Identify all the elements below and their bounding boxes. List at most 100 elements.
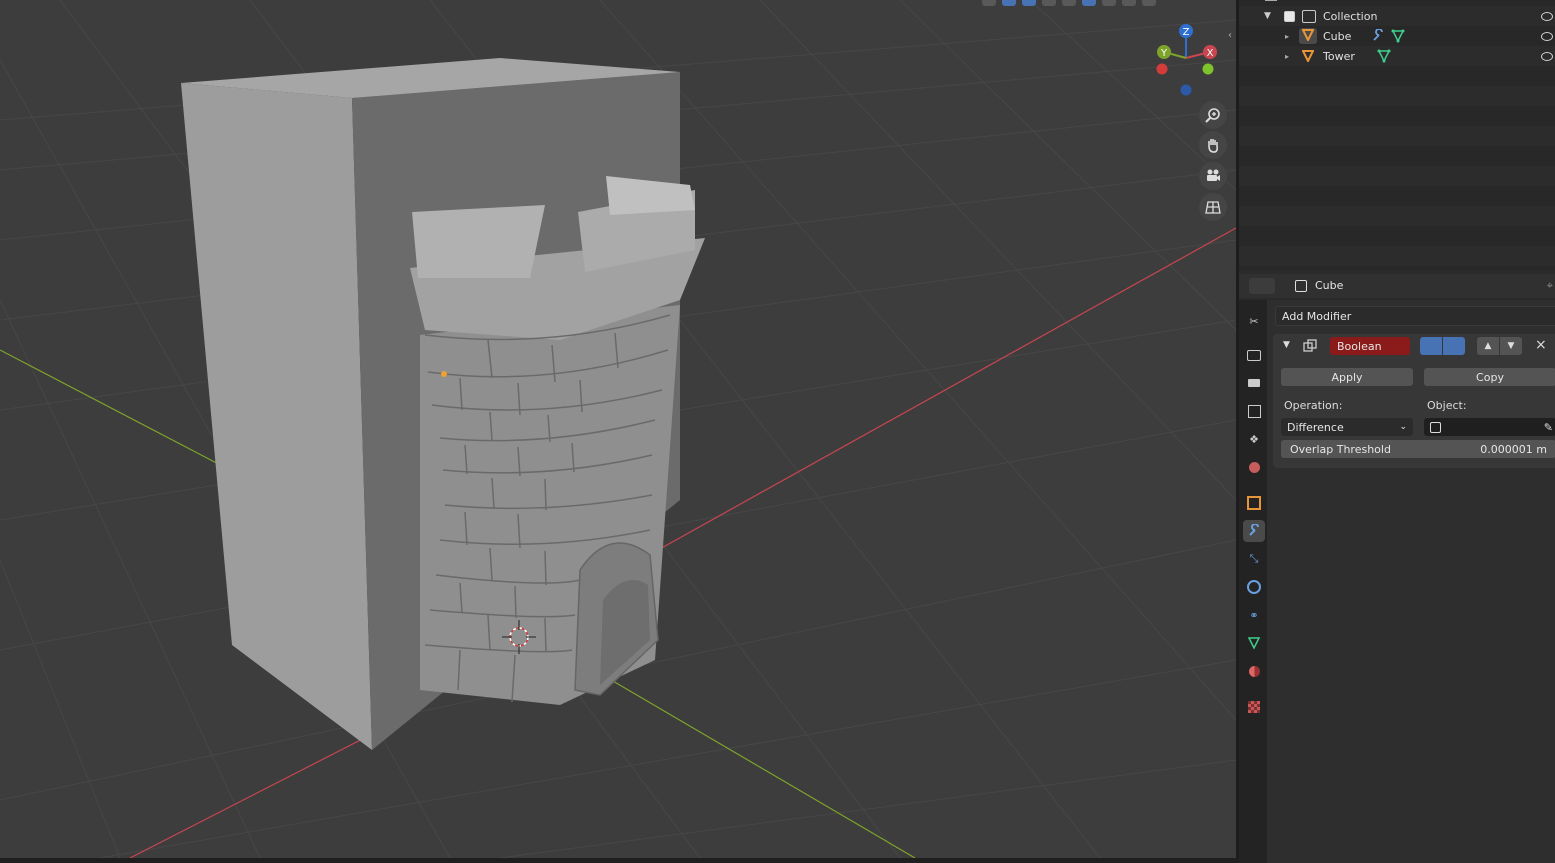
scene-tab[interactable]: ❖ <box>1243 428 1265 450</box>
wrench-icon[interactable] <box>1371 29 1385 43</box>
view-layer-tab[interactable] <box>1243 400 1265 422</box>
modifier-name: Boolean <box>1337 339 1382 353</box>
chevron-down-icon: ⌄ <box>1399 422 1407 432</box>
gizmo-neg-y[interactable] <box>1202 63 1214 75</box>
boolean-modifier-block: ▼ Boolean ▲ ▼ × Apply Copy Operation: Ob… <box>1273 334 1555 468</box>
mesh-icon <box>1247 637 1261 650</box>
3d-viewport[interactable]: Z X Y ‹ <box>0 0 1236 858</box>
gizmo-y-label: Y <box>1160 48 1168 59</box>
zoom-icon[interactable] <box>1199 101 1227 129</box>
grid-icon[interactable] <box>1199 193 1227 221</box>
close-icon[interactable]: × <box>1535 337 1547 353</box>
origin-point <box>441 371 447 377</box>
modifier-panel: Add Modifier ▼ Boolean ▲ ▼ × Apply Copy … <box>1267 300 1555 863</box>
object-name: Cube <box>1315 279 1344 292</box>
material-tab[interactable] <box>1243 660 1265 682</box>
constraints-tab[interactable]: ⚭ <box>1243 604 1265 626</box>
tower-mesh[interactable] <box>410 176 705 705</box>
expand-arrow-icon[interactable]: ▸ <box>1285 52 1289 61</box>
outliner-label[interactable]: Tower <box>1323 50 1355 63</box>
viewport-scene <box>0 0 1236 858</box>
x-axis-line-back <box>639 227 1236 561</box>
texture-tab[interactable] <box>1243 696 1265 718</box>
add-modifier-dropdown[interactable]: Add Modifier <box>1275 306 1555 326</box>
outliner-label[interactable]: Collection <box>1323 10 1377 23</box>
collapse-arrow-icon[interactable]: ▼ <box>1283 340 1290 350</box>
object-icon <box>1302 29 1314 41</box>
overlay-icon[interactable] <box>1042 0 1056 6</box>
cube-icon <box>1430 421 1441 433</box>
output-tab[interactable] <box>1243 372 1265 394</box>
gizmo-z-label: Z <box>1183 27 1190 38</box>
operation-label: Operation: <box>1284 399 1343 412</box>
outliner-panel[interactable]: ▼ Collection ▸ Cube ▸ Tower <box>1239 0 1555 270</box>
move-down-icon[interactable]: ▼ <box>1500 337 1522 355</box>
hand-icon[interactable] <box>1199 131 1227 159</box>
eye-icon[interactable] <box>1541 31 1553 41</box>
monitor-icon[interactable] <box>1443 337 1465 355</box>
gizmo-neg-x[interactable] <box>1156 63 1168 75</box>
properties-tabs: ✂ ❖ ⤡ ⚭ <box>1239 300 1267 863</box>
sidebar-toggle-icon[interactable]: ‹ <box>1228 30 1232 41</box>
eyedropper-icon[interactable]: ✎ <box>1544 421 1553 434</box>
checkbox-icon[interactable] <box>1284 10 1295 22</box>
outliner-row-collection[interactable]: ▼ Collection <box>1239 6 1555 26</box>
shading-material-icon[interactable] <box>1102 0 1116 6</box>
object-icon <box>1302 50 1314 62</box>
move-up-icon[interactable]: ▲ <box>1477 337 1499 355</box>
properties-panel[interactable]: Cube ⌖ ✂ ❖ ⤡ ⚭ Add Modifier ▼ Boolean ▲ … <box>1239 274 1555 863</box>
eye-icon[interactable] <box>1541 51 1553 61</box>
expand-arrow-icon[interactable]: ▸ <box>1285 32 1289 41</box>
select-mode-icon[interactable] <box>982 0 996 6</box>
modifier-name-field[interactable]: Boolean <box>1330 337 1410 355</box>
wrench-icon <box>1249 524 1259 536</box>
cube-front-face[interactable] <box>181 83 372 750</box>
operation-dropdown[interactable]: Difference ⌄ <box>1281 418 1413 436</box>
world-tab[interactable] <box>1243 456 1265 478</box>
shading-options-icon[interactable] <box>1142 0 1156 6</box>
y-axis-line <box>0 349 231 471</box>
transform-icon[interactable] <box>1002 0 1016 6</box>
boolean-icon <box>1303 339 1317 352</box>
mesh-icon[interactable] <box>1391 29 1405 43</box>
overlap-threshold-value: 0.000001 m <box>1480 442 1547 456</box>
render-tab[interactable] <box>1243 344 1265 366</box>
editor-type-icon[interactable] <box>1249 278 1275 294</box>
object-field[interactable]: ✎ <box>1424 418 1555 436</box>
outliner-row-tower[interactable]: ▸ Tower <box>1239 46 1555 66</box>
gizmo-x-label: X <box>1207 48 1214 59</box>
expand-arrow-icon[interactable]: ▼ <box>1264 11 1271 21</box>
xray-icon[interactable] <box>1062 0 1076 6</box>
overlap-threshold-field[interactable]: Overlap Threshold 0.000001 m <box>1281 440 1555 458</box>
apply-button[interactable]: Apply <box>1281 368 1413 386</box>
collection-icon <box>1302 9 1316 23</box>
x-axis-line <box>129 729 381 858</box>
mesh-icon[interactable] <box>1377 49 1391 63</box>
eye-icon[interactable] <box>1541 11 1553 21</box>
viewport-header-tools[interactable] <box>982 0 1156 8</box>
gizmo-neg-z[interactable] <box>1180 84 1192 96</box>
object-label: Object: <box>1427 399 1467 412</box>
scene-collection-icon <box>1265 0 1277 1</box>
tool-tab[interactable]: ✂ <box>1243 310 1265 332</box>
navigation-gizmo[interactable]: Z X Y <box>1150 22 1226 102</box>
shading-solid-icon[interactable] <box>1082 0 1096 6</box>
particles-tab[interactable]: ⤡ <box>1243 548 1265 570</box>
shading-rendered-icon[interactable] <box>1122 0 1136 6</box>
outliner-row-cube[interactable]: ▸ Cube <box>1239 26 1555 46</box>
camera-icon[interactable] <box>1199 162 1227 190</box>
operation-value: Difference <box>1287 420 1344 434</box>
data-tab[interactable] <box>1243 632 1265 654</box>
cube-icon <box>1295 280 1307 292</box>
outliner-label[interactable]: Cube <box>1323 30 1351 43</box>
add-modifier-label: Add Modifier <box>1282 309 1352 323</box>
overlap-threshold-label: Overlap Threshold <box>1290 442 1391 456</box>
copy-button[interactable]: Copy <box>1424 368 1555 386</box>
physics-tab[interactable] <box>1243 576 1265 598</box>
camera-icon[interactable] <box>1420 337 1442 355</box>
pin-icon[interactable]: ⌖ <box>1547 279 1553 293</box>
modifier-tab[interactable] <box>1243 520 1265 542</box>
properties-header: Cube ⌖ <box>1239 274 1555 298</box>
snap-icon[interactable] <box>1022 0 1036 6</box>
object-tab[interactable] <box>1243 492 1265 514</box>
